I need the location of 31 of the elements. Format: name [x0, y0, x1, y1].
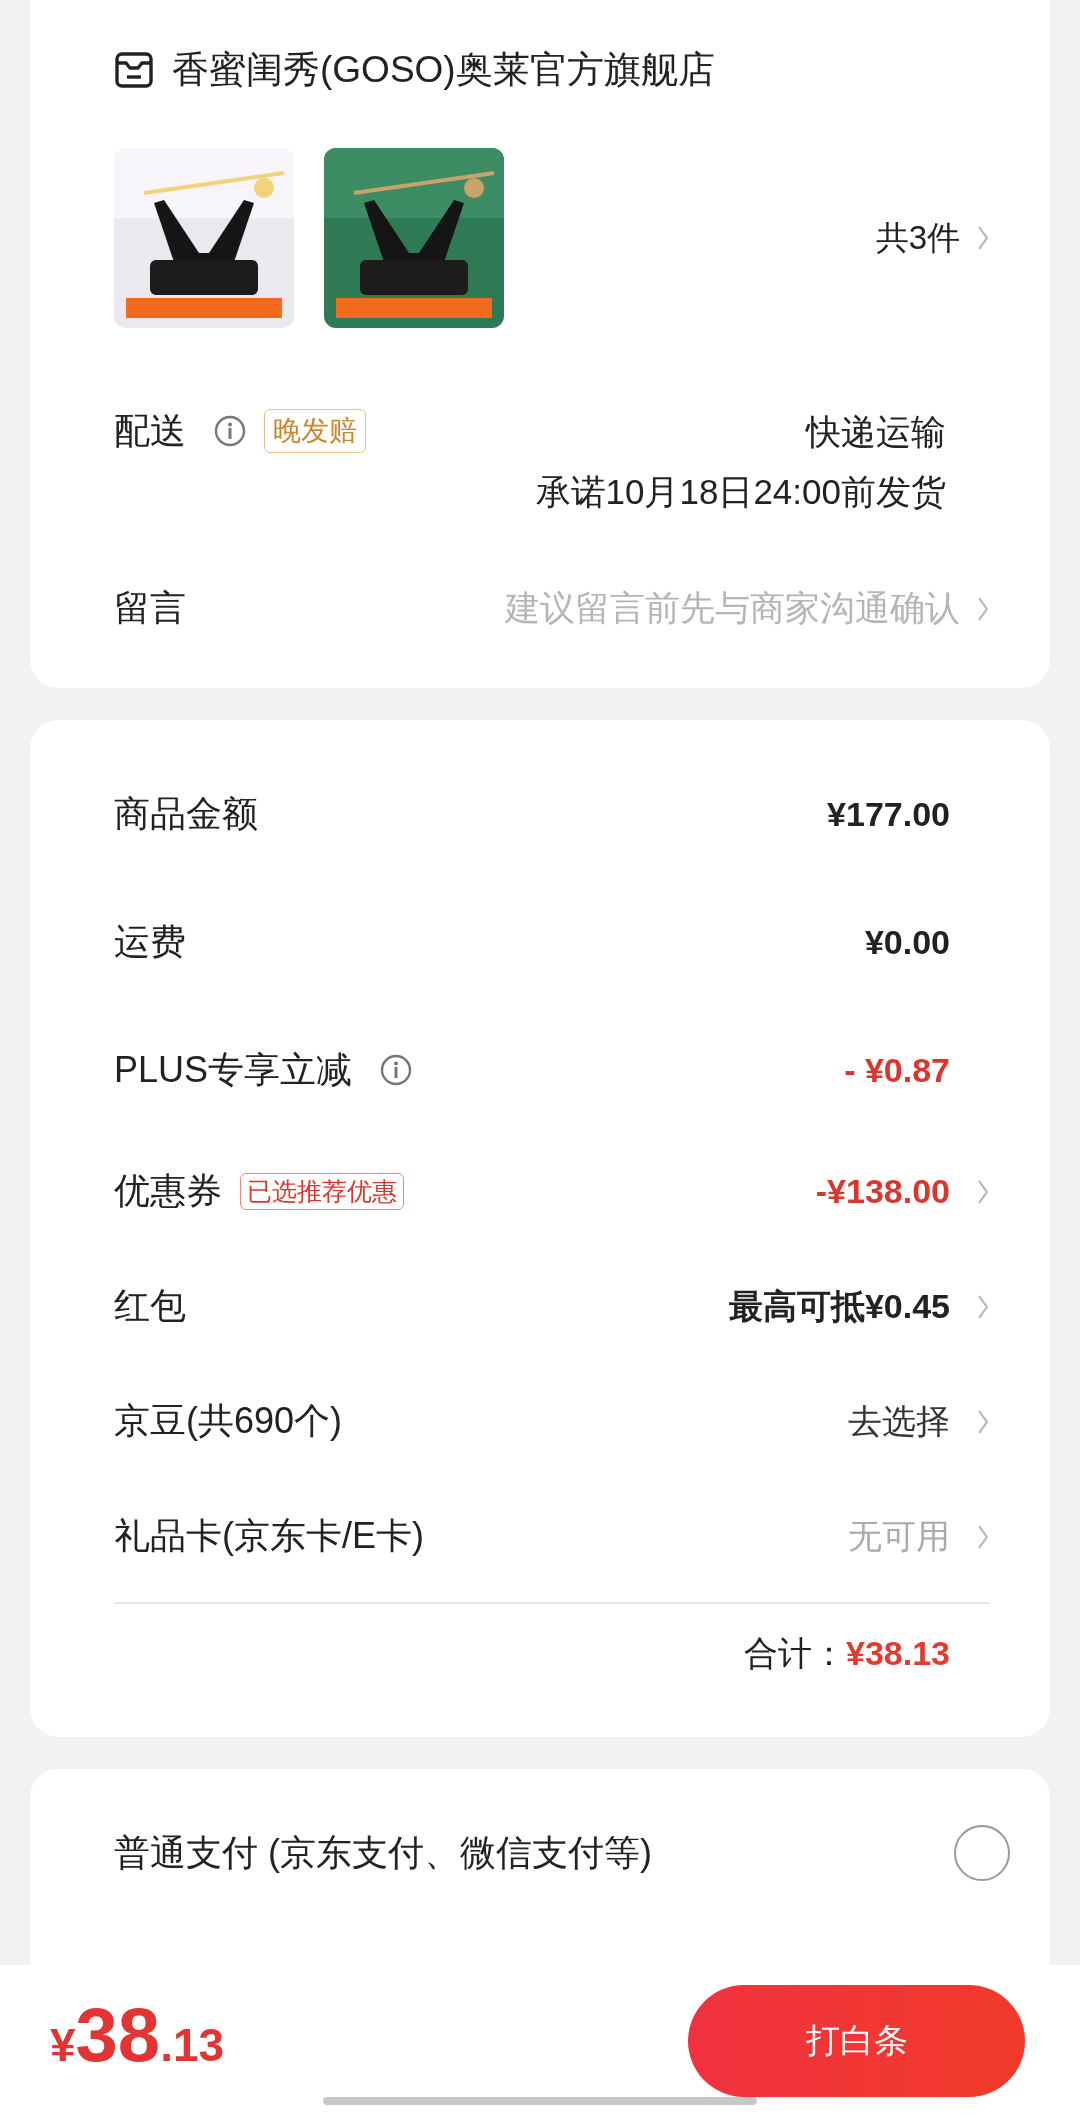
summary-value: ¥177.00 [827, 794, 950, 834]
summary-label: 商品金额 [114, 791, 258, 836]
summary-value[interactable]: 去选择 [848, 1398, 950, 1445]
summary-label: 京豆(共690个) [114, 1399, 343, 1443]
total-price: ¥38.13 [50, 1991, 225, 2078]
summary-value: ¥0.00 [864, 922, 950, 962]
item-count[interactable]: 共3件 [875, 215, 960, 261]
payment-option[interactable]: 普通支付 (京东支付、微信支付等) [114, 1828, 652, 1878]
info-icon[interactable] [380, 1054, 413, 1086]
late-compensation-badge: 晚发赔 [264, 409, 366, 453]
summary-label: 礼品卡(京东卡/E卡) [114, 1514, 424, 1558]
delivery-promise: 承诺10月18日24:00前发货 [535, 471, 946, 513]
summary-label: 优惠券 [114, 1169, 222, 1213]
delivery-label: 配送 [114, 408, 186, 453]
store-name[interactable]: 香蜜闺秀(GOSO)奥莱官方旗舰店 [172, 45, 715, 95]
chevron-icon [976, 224, 990, 252]
info-icon[interactable] [214, 415, 246, 447]
total-label: 合计： [744, 1632, 846, 1674]
store-icon [114, 50, 154, 90]
message-label: 留言 [114, 586, 186, 630]
summary-label: PLUS专享立减 [114, 1047, 353, 1092]
summary-value[interactable]: 最高可抵¥0.45 [728, 1283, 950, 1330]
coupon-tag: 已选推荐优惠 [240, 1173, 404, 1210]
delivery-method: 快递运输 [806, 411, 946, 453]
radio-button[interactable] [954, 1825, 1010, 1881]
summary-value: - ¥0.87 [844, 1050, 950, 1090]
summary-label: 红包 [114, 1284, 186, 1328]
summary-label: 运费 [114, 919, 186, 964]
pay-button[interactable]: 打白条 [688, 1985, 1025, 2097]
total-value: ¥38.13 [846, 1634, 950, 1673]
summary-value[interactable]: -¥138.00 [815, 1172, 950, 1211]
